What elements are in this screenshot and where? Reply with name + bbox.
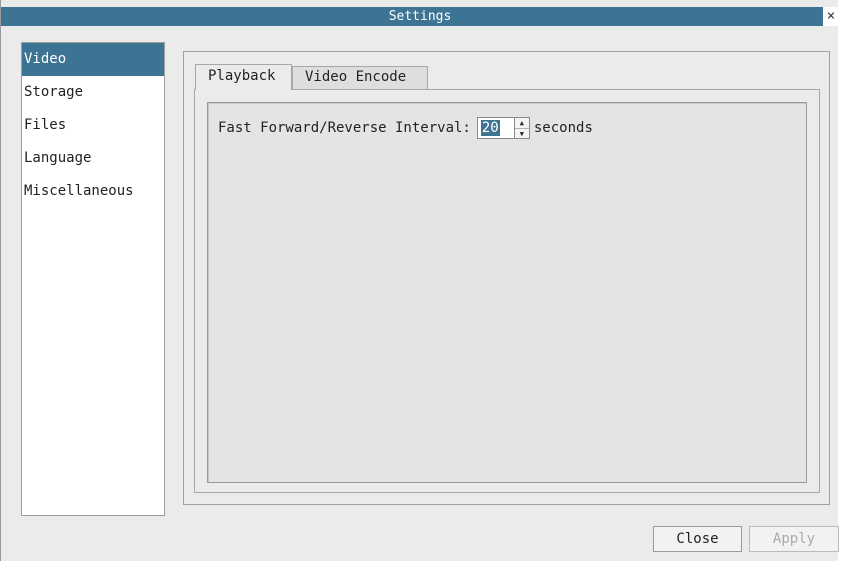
spin-down-icon[interactable]: ▼: [514, 128, 529, 139]
sidebar-item-storage[interactable]: Storage: [22, 76, 164, 109]
sidebar-item-language[interactable]: Language: [22, 142, 164, 175]
spin-arrows: ▲ ▼: [513, 118, 529, 139]
interval-value: 20: [480, 120, 500, 136]
title-bar: Settings ×: [1, 7, 839, 26]
tab-video-encode[interactable]: Video Encode: [292, 66, 428, 89]
interval-row: Fast Forward/Reverse Interval: 20 ▲ ▼ se…: [218, 116, 593, 140]
sidebar-item-files[interactable]: Files: [22, 109, 164, 142]
interval-spinbox[interactable]: 20 ▲ ▼: [476, 117, 530, 139]
window-title: Settings: [388, 9, 452, 24]
interval-input[interactable]: 20: [478, 118, 514, 138]
close-icon[interactable]: ×: [823, 7, 839, 26]
sidebar-item-miscellaneous[interactable]: Miscellaneous: [22, 175, 164, 208]
tab-playback[interactable]: Playback: [195, 64, 292, 90]
close-button[interactable]: Close: [653, 526, 742, 552]
sidebar-item-video[interactable]: Video: [22, 43, 164, 76]
settings-category-list: Video Storage Files Language Miscellaneo…: [21, 42, 165, 516]
apply-button[interactable]: Apply: [749, 526, 839, 552]
settings-window: Settings × Video Storage Files Language …: [0, 0, 839, 561]
spin-up-icon[interactable]: ▲: [515, 118, 529, 128]
playback-settings-panel: [207, 102, 807, 483]
interval-unit: seconds: [533, 120, 593, 136]
interval-label: Fast Forward/Reverse Interval:: [218, 120, 471, 136]
